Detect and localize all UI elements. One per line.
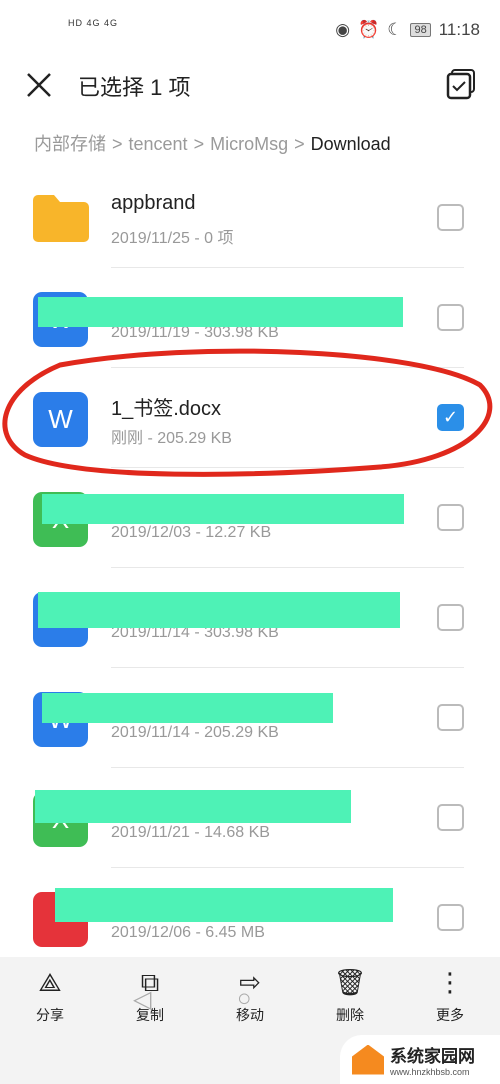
toolbar-button-delete[interactable]: 🗑 删除 (300, 967, 400, 1025)
breadcrumb-current: Download (310, 134, 391, 154)
share-icon: ⟁ (38, 967, 62, 997)
toolbar-button-share[interactable]: ⟁ 分享 (0, 967, 100, 1025)
redaction-bar (42, 693, 333, 723)
redaction-bar (38, 297, 403, 327)
select-checkbox[interactable] (437, 904, 464, 931)
chevron-right-icon: > (112, 134, 123, 154)
toolbar-label: 分享 (36, 1007, 64, 1023)
select-checkbox[interactable] (437, 804, 464, 831)
file-meta: 2019/12/03 - 12.27 KB (111, 524, 272, 541)
watermark-logo (352, 1044, 384, 1075)
close-icon[interactable] (26, 72, 52, 98)
watermark-url: www.hnzkhbsb.com (390, 1067, 470, 1077)
select-checkbox[interactable] (437, 704, 464, 731)
toolbar-label: 删除 (336, 1007, 364, 1023)
file-name: appbrand (111, 192, 196, 214)
breadcrumb: 内部存储 > tencent > MicroMsg > Download (34, 130, 391, 156)
select-checkbox[interactable] (437, 604, 464, 631)
file-meta: 2019/11/21 - 14.68 KB (111, 824, 270, 841)
redaction-bar (42, 494, 404, 524)
file-row[interactable]: 2019/12/06 - 6.45 MB (0, 868, 500, 968)
breadcrumb-item[interactable]: tencent (129, 134, 188, 154)
file-meta: 2019/11/14 - 205.29 KB (111, 724, 279, 741)
folder-icon (33, 195, 89, 242)
toolbar-button-more[interactable]: ⋮ 更多 (400, 967, 500, 1025)
file-row[interactable]: X2019/11/21 - 14.68 KB (0, 768, 500, 868)
watermark-name: 系统家园网 (390, 1047, 475, 1066)
delete-icon: 🗑 (333, 967, 367, 997)
chevron-right-icon: > (193, 134, 205, 154)
back-nav-icon[interactable]: ◁ (133, 985, 151, 1014)
redaction-bar (35, 790, 351, 823)
watermark: 系统家园网 www.hnzkhbsb.com (340, 1035, 500, 1084)
red-circle-annotation (2, 348, 493, 477)
chevron-right-icon: > (294, 134, 305, 154)
file-meta: 2019/11/25 - 0 项 (111, 230, 234, 247)
battery-indicator: 98 (410, 23, 431, 37)
redaction-bar (38, 592, 400, 628)
selection-header: 已选择 1 项 (0, 60, 500, 110)
signal-icons: HD 4G 4G (68, 18, 119, 28)
clock: 11:18 (438, 20, 480, 39)
select-checkbox[interactable] (437, 504, 464, 531)
select-checkbox[interactable] (437, 204, 464, 231)
eye-icon: ◉ (335, 20, 351, 39)
file-row[interactable]: W2019/11/14 - 205.29 KB (0, 668, 500, 768)
home-nav-icon[interactable]: ○ (237, 985, 252, 1013)
page-title: 已选择 1 项 (78, 75, 191, 100)
select-checkbox[interactable] (437, 304, 464, 331)
status-bar: HD 4G 4G ◉ ⏰ ☾ 98 11:18 (0, 14, 500, 48)
file-row[interactable]: appbrand 2019/11/25 - 0 项 (0, 168, 500, 268)
select-all-icon[interactable] (446, 68, 476, 100)
file-row[interactable]: W2019/11/14 - 303.98 KB (0, 568, 500, 668)
breadcrumb-item[interactable]: 内部存储 (34, 134, 106, 154)
more-icon: ⋮ (437, 967, 463, 997)
moon-icon: ☾ (387, 20, 403, 39)
file-meta: 2019/12/06 - 6.45 MB (111, 924, 265, 941)
redaction-bar (55, 888, 393, 922)
breadcrumb-item[interactable]: MicroMsg (210, 134, 288, 154)
alarm-icon: ⏰ (358, 20, 380, 39)
toolbar-label: 更多 (436, 1007, 464, 1023)
